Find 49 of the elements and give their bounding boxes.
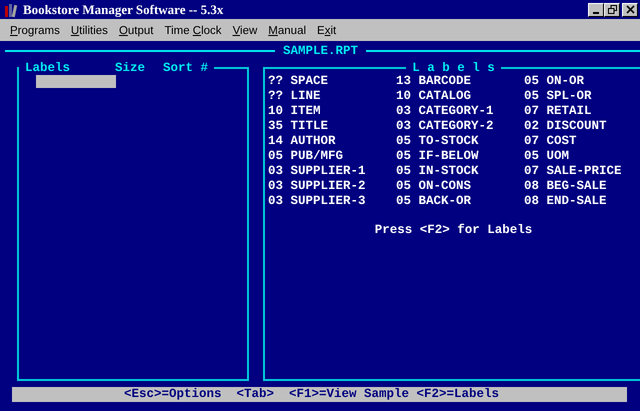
menu-item[interactable]: Exit (317, 24, 336, 36)
menu-item[interactable]: Output (118, 24, 154, 36)
label-item[interactable]: 03 SUPPLIER-2 (268, 179, 396, 194)
label-item[interactable]: 07 RETAIL (524, 104, 640, 119)
label-item[interactable]: 07 COST (524, 134, 640, 149)
label-item[interactable]: 05 PUB/MFG (268, 149, 396, 164)
menu-item[interactable]: Manual (268, 24, 306, 36)
panel-title: L a b e l s (412, 61, 495, 75)
label-item[interactable]: 10 CATALOG (396, 89, 524, 104)
label-item[interactable]: 05 TO-STOCK (396, 134, 524, 149)
label-item[interactable]: 03 SUPPLIER-1 (268, 164, 396, 179)
label-item[interactable]: 05 IF-BELOW (396, 149, 524, 164)
label-item[interactable]: 02 DISCOUNT (524, 119, 640, 134)
column-header: Size (115, 61, 146, 75)
label-item[interactable]: 05 IN-STOCK (396, 164, 524, 179)
menu-item[interactable]: Utilities (70, 24, 108, 36)
label-item[interactable]: 03 CATEGORY-2 (396, 119, 524, 134)
label-item[interactable]: 08 END-SALE (524, 194, 640, 209)
close-button[interactable] (622, 2, 638, 16)
status-bar: <Esc>=Options <Tab> <F1>=View Sample <F2>=Labels (12, 387, 627, 402)
label-item[interactable]: 08 BEG-SALE (524, 179, 640, 194)
window-title: Bookstore Manager Software -- 5.3x (23, 2, 224, 18)
label-item[interactable]: 14 AUTHOR (268, 134, 396, 149)
label-item[interactable]: 10 ITEM (268, 104, 396, 119)
label-item[interactable]: ?? SPACE (268, 74, 396, 89)
label-item[interactable]: 05 BACK-OR (396, 194, 524, 209)
label-item[interactable]: 13 BARCODE (396, 74, 524, 89)
label-item[interactable]: 05 ON-OR (524, 74, 640, 89)
menu-item[interactable]: Programs (10, 24, 60, 36)
column-header: Labels (25, 61, 72, 75)
hint-text: Press <F2> for Labels (374, 223, 534, 237)
label-item[interactable]: 03 SUPPLIER-3 (268, 194, 396, 209)
minimize-icon (593, 12, 599, 14)
label-item[interactable]: ?? LINE (268, 89, 396, 104)
label-item[interactable]: 05 UOM (524, 149, 640, 164)
report-title: SAMPLE.RPT (283, 44, 358, 58)
label-item[interactable]: 35 TITLE (268, 119, 396, 134)
label-item[interactable]: 05 SPL-OR (524, 89, 640, 104)
restore-icon (608, 5, 616, 14)
label-item[interactable]: 07 SALE-PRICE (524, 164, 640, 179)
restore-button[interactable] (604, 2, 620, 16)
close-icon (626, 5, 634, 14)
label-item[interactable]: 03 CATEGORY-1 (396, 104, 524, 119)
menu-item[interactable]: View (232, 24, 258, 36)
menu-item[interactable]: Time Clock (164, 24, 222, 36)
books-icon (3, 2, 19, 18)
minimize-button[interactable] (588, 2, 604, 16)
column-header: Sort # (163, 61, 208, 75)
label-item[interactable]: 05 ON-CONS (396, 179, 524, 194)
